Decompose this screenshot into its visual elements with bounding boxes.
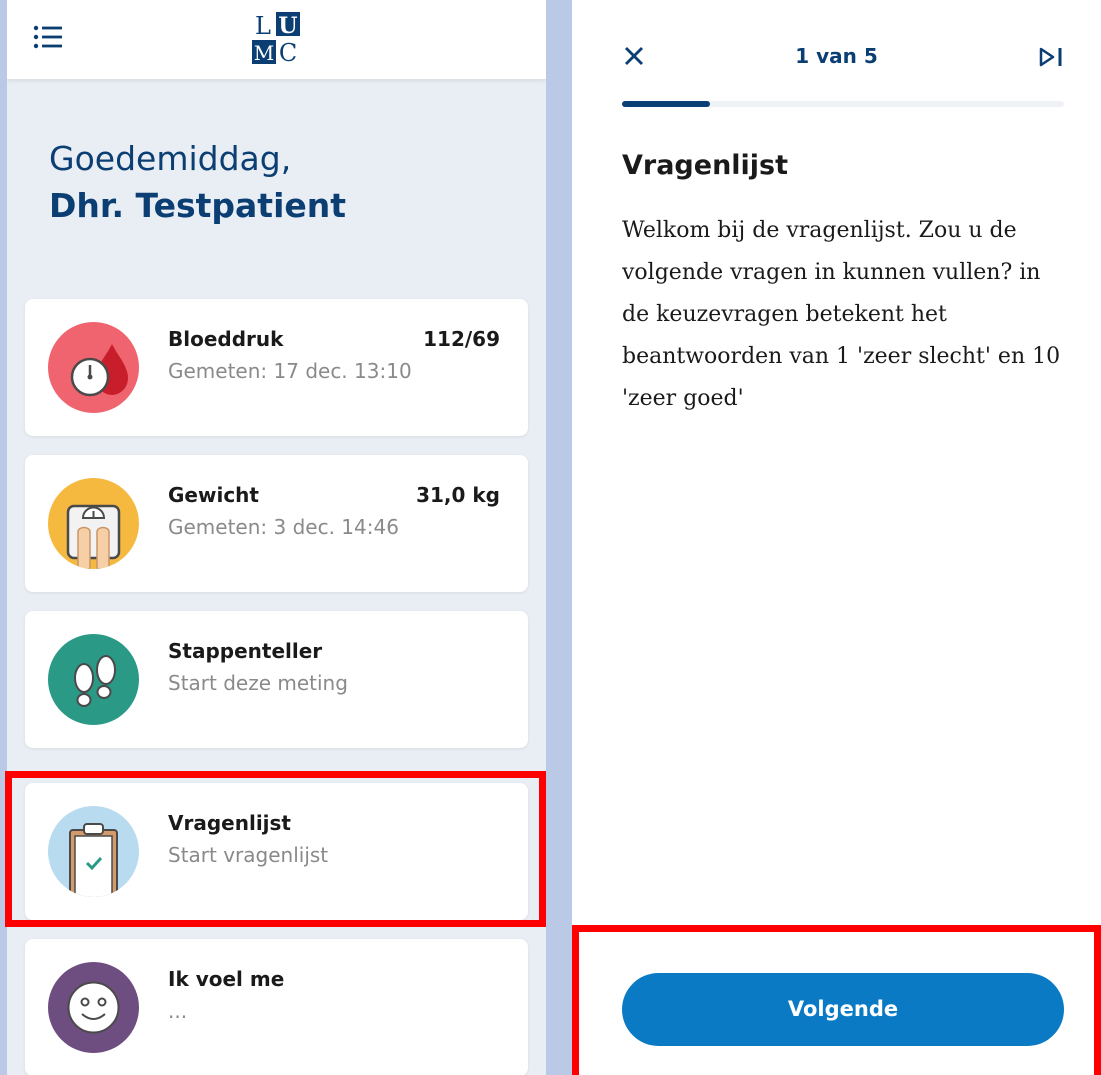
card-value: 112/69	[423, 327, 500, 351]
questionnaire-title: Vragenlijst	[622, 150, 789, 181]
progress-bar	[622, 101, 1064, 107]
questionnaire-screen: 1 van 5 Vragenlijst Welkom bij de vragen…	[572, 0, 1101, 1075]
card-subtitle: Gemeten: 3 dec. 14:46	[168, 515, 399, 539]
card-stappenteller[interactable]: Stappenteller Start deze meting	[25, 611, 528, 748]
top-bar: L U M C	[7, 0, 546, 79]
greeting: Goedemiddag, Dhr. Testpatient	[49, 136, 346, 230]
card-subtitle: Gemeten: 17 dec. 13:10	[168, 359, 412, 383]
card-subtitle: Start deze meting	[168, 671, 348, 695]
footsteps-icon	[48, 634, 139, 725]
card-gewicht[interactable]: Gewicht Gemeten: 3 dec. 14:46 31,0 kg	[25, 455, 528, 592]
card-ik-voel-me[interactable]: Ik voel me ...	[25, 939, 528, 1075]
card-title: Stappenteller	[168, 639, 323, 663]
lumc-logo: L U M C	[252, 12, 300, 66]
greeting-hello: Goedemiddag,	[49, 139, 292, 178]
skip-to-end-icon[interactable]	[1038, 46, 1064, 68]
highlight-box-vragenlijst	[5, 771, 546, 927]
card-subtitle: ...	[168, 999, 188, 1023]
svg-text:C: C	[279, 39, 297, 66]
scale-icon	[48, 478, 139, 569]
menu-list-icon[interactable]	[33, 24, 63, 50]
questionnaire-intro: Welkom bij de vragenlijst. Zou u de volg…	[622, 218, 1061, 411]
progress-fill	[622, 101, 711, 107]
svg-text:L: L	[255, 12, 271, 40]
card-title: Gewicht	[168, 483, 259, 507]
card-title: Ik voel me	[168, 967, 285, 991]
card-value: 31,0 kg	[416, 483, 500, 507]
card-bloeddruk[interactable]: Bloeddruk Gemeten: 17 dec. 13:10 112/69	[25, 299, 528, 436]
greeting-name: Dhr. Testpatient	[49, 186, 347, 225]
blood-pressure-icon	[48, 322, 139, 413]
svg-text:U: U	[278, 13, 297, 39]
svg-text:M: M	[254, 41, 274, 65]
step-indicator: 1 van 5	[795, 44, 878, 68]
smiley-icon	[48, 962, 139, 1053]
card-title: Bloeddruk	[168, 327, 284, 351]
highlight-box-next	[572, 925, 1101, 1075]
